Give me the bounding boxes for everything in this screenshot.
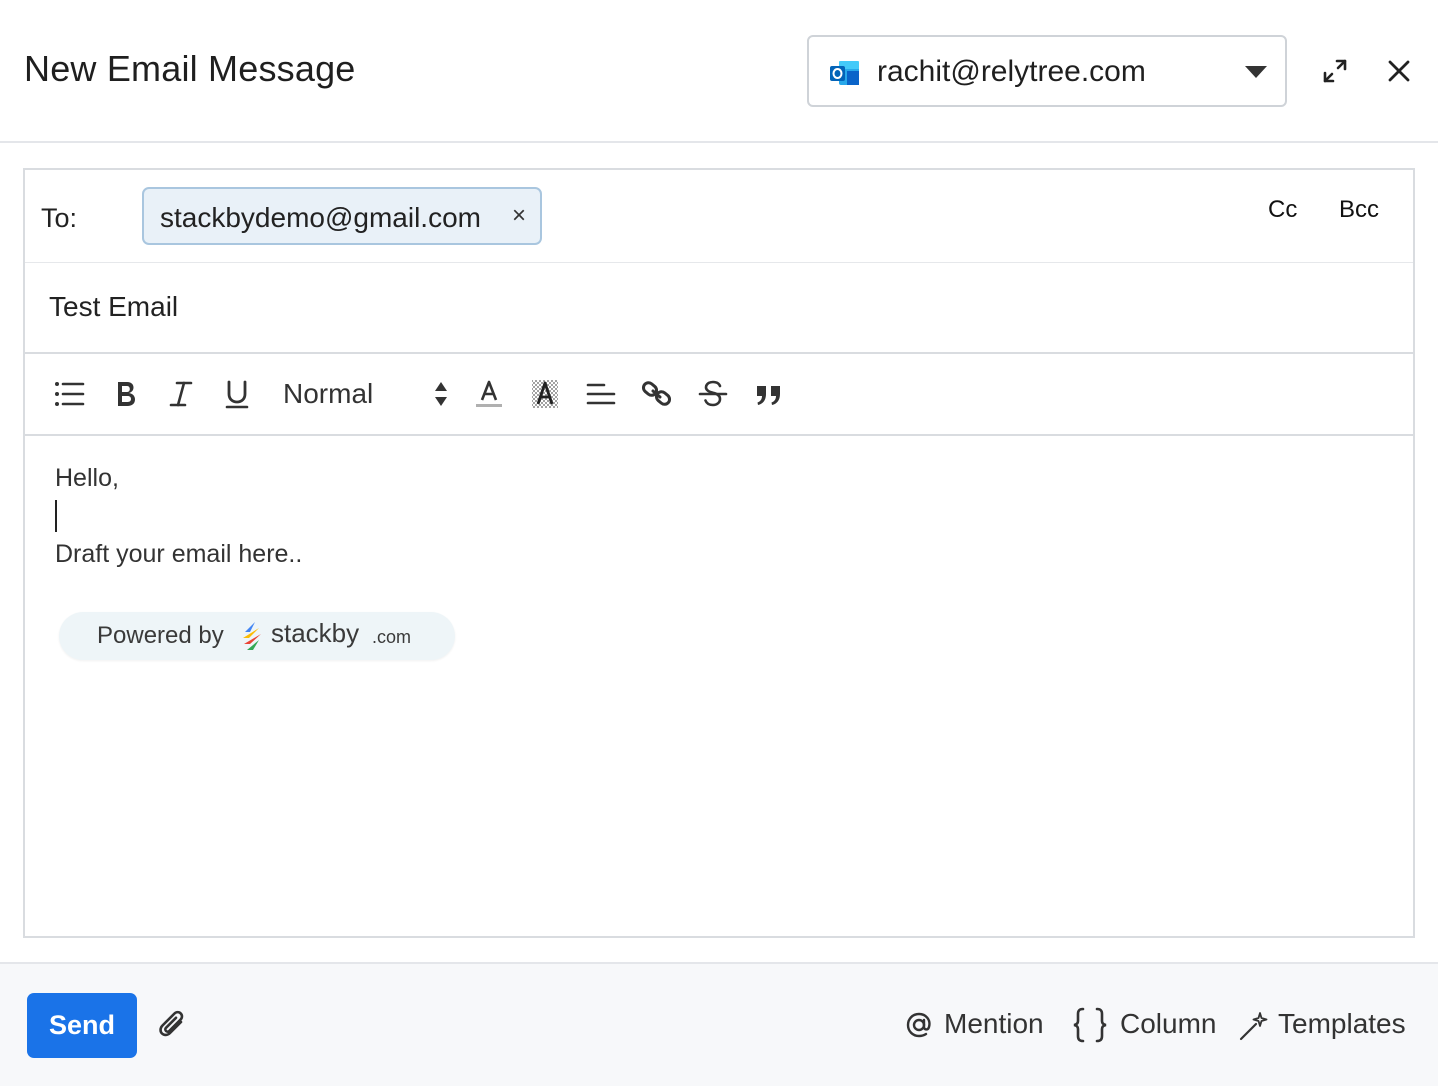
email-compose-dialog: New Email Message rachit@relytree.com To… [0,0,1438,1086]
text-color-button[interactable] [471,376,507,412]
powered-by-label: Powered by [97,622,224,649]
to-row: To: stackbydemo@gmail.com × Cc Bcc [25,170,1413,263]
underline-icon [225,380,249,409]
magic-wand-icon [1239,1012,1268,1041]
highlight-button[interactable] [527,376,563,412]
recipient-email: stackbydemo@gmail.com [160,202,481,233]
send-button[interactable]: Send [27,993,137,1058]
page-title: New Email Message [24,48,356,89]
dialog-footer: Send Mention Column Templates [0,962,1438,1086]
compose-box: To: stackbydemo@gmail.com × Cc Bcc Test … [23,168,1415,938]
stackby-brand-suffix: .com [372,627,412,647]
link-button[interactable] [639,376,675,412]
sort-arrows-icon [435,382,447,406]
at-sign-icon [906,1012,931,1038]
text-cursor [55,500,57,532]
quote-button[interactable] [751,376,787,412]
strikethrough-icon [698,380,728,407]
body-draft-text: Draft your email here.. [55,540,303,568]
text-style-value: Normal [283,378,374,409]
account-email: rachit@relytree.com [877,55,1146,88]
link-icon [641,381,672,406]
italic-button[interactable] [163,376,199,412]
close-icon[interactable] [1386,58,1412,84]
braces-icon [1073,1007,1107,1043]
italic-icon [169,381,193,407]
highlight-icon [532,380,558,408]
column-button[interactable]: Column [1072,1006,1222,1046]
mention-button[interactable]: Mention [904,1006,1054,1046]
to-label: To: [41,203,78,233]
text-color-icon [476,380,502,407]
expand-icon[interactable] [1320,56,1350,86]
bulleted-list-button[interactable] [51,376,87,412]
remove-recipient-button[interactable]: × [508,203,530,229]
mention-label: Mention [944,1008,1044,1039]
bold-icon [118,382,135,406]
chevron-down-icon [1245,66,1267,78]
subject-input[interactable] [49,283,1349,331]
account-dropdown[interactable]: rachit@relytree.com [807,35,1287,107]
align-left-icon [586,383,616,405]
email-body-editor[interactable]: Hello, Draft your email here.. Powered b… [25,436,1413,936]
quote-icon [757,386,780,405]
stackby-logo-icon [243,622,261,650]
column-label: Column [1120,1008,1217,1039]
underline-button[interactable] [219,376,255,412]
dialog-header: New Email Message rachit@relytree.com [0,0,1438,143]
templates-button[interactable]: Templates [1238,1006,1418,1046]
templates-label: Templates [1278,1008,1406,1039]
strikethrough-button[interactable] [695,376,731,412]
format-toolbar: Normal [25,354,1413,436]
recipient-chip[interactable]: stackbydemo@gmail.com × [142,187,542,245]
outlook-icon [830,61,859,85]
powered-by-badge: Powered by stackby .com [59,612,455,660]
cc-button[interactable]: Cc [1268,196,1297,224]
bulleted-list-icon [55,382,85,406]
text-style-dropdown[interactable]: Normal [283,374,453,414]
align-button[interactable] [583,376,619,412]
paperclip-icon[interactable] [156,1008,190,1044]
body-greeting: Hello, [55,464,119,492]
subject-row [25,263,1413,354]
stackby-brand: stackby [271,618,360,648]
bold-button[interactable] [107,376,143,412]
bcc-button[interactable]: Bcc [1339,196,1379,224]
